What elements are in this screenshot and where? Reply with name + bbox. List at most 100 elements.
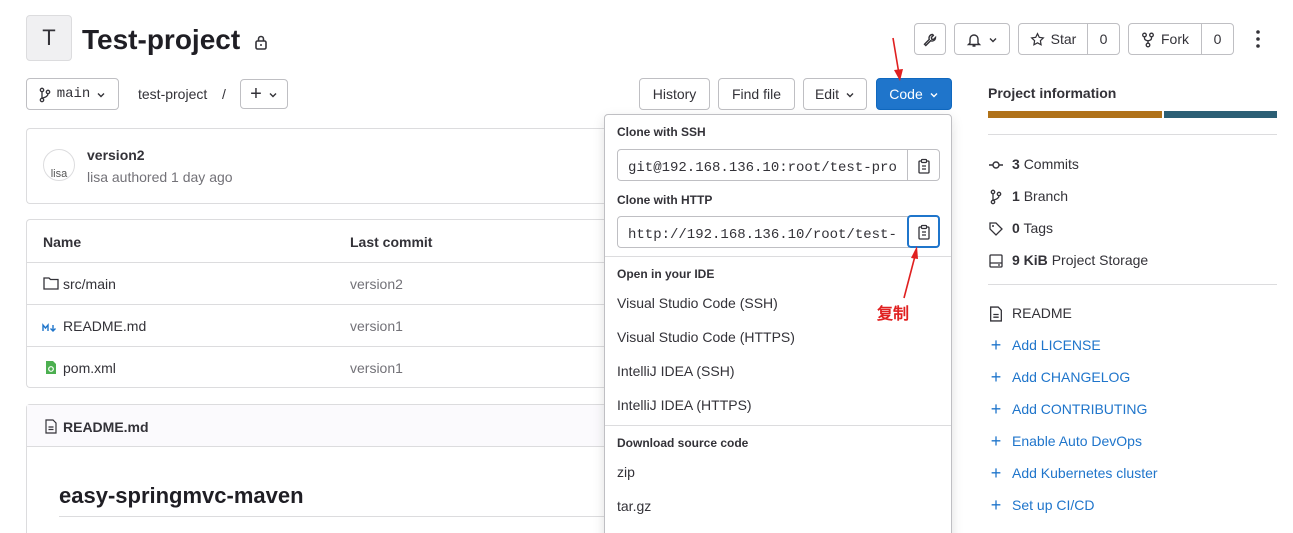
table-row[interactable]: src/main version2 — [27, 262, 606, 304]
commit-message[interactable]: version2 — [87, 147, 145, 163]
lock-icon — [254, 34, 268, 53]
link-label: Add CONTRIBUTING — [1012, 401, 1148, 417]
add-license-link[interactable]: + Add LICENSE — [988, 335, 1101, 355]
find-file-button[interactable]: Find file — [718, 78, 795, 110]
dropdown-divider — [605, 425, 951, 426]
download-source-label: Download source code — [617, 436, 749, 450]
annotation-copy-note: 复制 — [877, 306, 910, 323]
readme-heading-rule — [59, 516, 619, 517]
notification-button[interactable] — [954, 23, 1010, 55]
readme-file-name[interactable]: README.md — [63, 419, 149, 435]
ide-item-vscode-ssh[interactable]: Visual Studio Code (SSH) — [617, 295, 778, 311]
fork-button[interactable]: Fork — [1128, 23, 1202, 55]
setup-ci-cd-link[interactable]: + Set up CI/CD — [988, 495, 1095, 515]
readme-link[interactable]: README — [988, 303, 1072, 323]
ide-item-intellij-https[interactable]: IntelliJ IDEA (HTTPS) — [617, 397, 752, 413]
wrench-icon — [922, 30, 938, 47]
star-label: Star — [1050, 31, 1077, 47]
download-tar-gz[interactable]: tar.gz — [617, 498, 651, 514]
storage-info[interactable]: 9 KiB Project Storage — [988, 250, 1148, 270]
file-name[interactable]: pom.xml — [63, 360, 116, 376]
fork-count[interactable]: 0 — [1201, 23, 1234, 55]
star-button[interactable]: Star — [1018, 23, 1088, 55]
ide-item-intellij-ssh[interactable]: IntelliJ IDEA (SSH) — [617, 363, 734, 379]
ide-item-vscode-https[interactable]: Visual Studio Code (HTTPS) — [617, 329, 795, 345]
commit-meta: lisa authored 1 day ago — [87, 169, 233, 185]
file-icon — [988, 304, 1004, 322]
file-name[interactable]: src/main — [63, 276, 116, 292]
sidebar-divider — [988, 134, 1277, 135]
fork-icon — [1141, 30, 1155, 48]
link-label: Enable Auto DevOps — [1012, 433, 1142, 449]
plus-icon: + — [990, 495, 1002, 515]
table-row[interactable]: pom.xml version1 — [27, 346, 606, 388]
branches-link[interactable]: 1 Branch — [988, 186, 1068, 206]
chevron-down-icon — [96, 86, 106, 102]
table-row[interactable]: README.md version1 — [27, 304, 606, 346]
commit-icon — [988, 155, 1004, 172]
add-to-tree-button[interactable]: + — [240, 79, 288, 109]
breadcrumb-project[interactable]: test-project — [138, 86, 207, 102]
tag-icon — [988, 219, 1004, 236]
download-zip[interactable]: zip — [617, 464, 635, 480]
file-tree-table: Name Last commit src/main version2 READM… — [26, 219, 606, 388]
tags-label: Tags — [1023, 220, 1054, 236]
branch-icon — [39, 85, 51, 102]
chevron-down-icon — [988, 31, 998, 47]
tags-count: 0 — [1012, 220, 1020, 236]
link-label: Set up CI/CD — [1012, 497, 1095, 513]
xml-file-icon — [45, 360, 57, 378]
file-last-commit[interactable]: version2 — [350, 276, 403, 292]
commits-label: Commits — [1023, 156, 1079, 172]
branch-selector[interactable]: main — [26, 78, 119, 110]
copy-icon — [917, 223, 931, 240]
star-count[interactable]: 0 — [1087, 23, 1120, 55]
tags-link[interactable]: 0 Tags — [988, 218, 1053, 238]
clone-http-label: Clone with HTTP — [617, 193, 713, 207]
enable-auto-devops-link[interactable]: + Enable Auto DevOps — [988, 431, 1142, 451]
file-last-commit[interactable]: version1 — [350, 318, 403, 334]
chevron-down-icon — [845, 86, 855, 102]
ssh-url-value: git@192.168.136.10:root/test-pro — [628, 160, 897, 176]
column-header-last-commit: Last commit — [350, 234, 433, 250]
clone-ssh-label: Clone with SSH — [617, 125, 706, 139]
column-header-name: Name — [43, 234, 82, 250]
language-bar-segment — [988, 111, 1162, 118]
disk-icon — [988, 251, 1004, 268]
markdown-icon — [42, 320, 58, 336]
copy-ssh-url-button[interactable] — [907, 149, 940, 181]
file-last-commit[interactable]: version1 — [350, 360, 403, 376]
storage-label: Project Storage — [1051, 252, 1149, 268]
fork-label: Fork — [1161, 31, 1189, 47]
plus-icon: + — [990, 335, 1002, 355]
readme-card: README.md easy-springmvc-maven — [26, 404, 619, 533]
link-label: Add LICENSE — [1012, 337, 1101, 353]
language-bar — [988, 111, 1277, 118]
add-changelog-link[interactable]: + Add CHANGELOG — [988, 367, 1131, 387]
more-actions-icon[interactable] — [1250, 28, 1266, 50]
readme-label: README — [1012, 305, 1072, 321]
history-button[interactable]: History — [639, 78, 710, 110]
http-url-input[interactable]: http://192.168.136.10/root/test- — [617, 216, 909, 248]
link-label: Add CHANGELOG — [1012, 369, 1131, 385]
plus-icon: + — [990, 431, 1002, 451]
chevron-down-icon — [268, 86, 278, 102]
http-url-value: http://192.168.136.10/root/test- — [628, 227, 897, 243]
settings-button[interactable] — [914, 23, 946, 55]
add-contributing-link[interactable]: + Add CONTRIBUTING — [988, 399, 1148, 419]
find-file-label: Find file — [731, 86, 782, 102]
commits-link[interactable]: 3 Commits — [988, 154, 1079, 174]
ssh-url-input[interactable]: git@192.168.136.10:root/test-pro — [617, 149, 909, 181]
commit-author-avatar[interactable]: lisa — [43, 149, 75, 181]
annotation-arrow-code — [892, 37, 903, 81]
fork-count-value: 0 — [1213, 31, 1222, 47]
branch-label: Branch — [1023, 188, 1069, 204]
chevron-down-icon — [929, 86, 939, 102]
sidebar-divider — [988, 284, 1277, 285]
language-bar-segment — [1164, 111, 1277, 118]
project-avatar[interactable]: T — [26, 15, 72, 61]
plus-icon: + — [990, 399, 1002, 419]
add-kubernetes-cluster-link[interactable]: + Add Kubernetes cluster — [988, 463, 1158, 483]
edit-button[interactable]: Edit — [803, 78, 867, 110]
file-name[interactable]: README.md — [63, 318, 146, 334]
